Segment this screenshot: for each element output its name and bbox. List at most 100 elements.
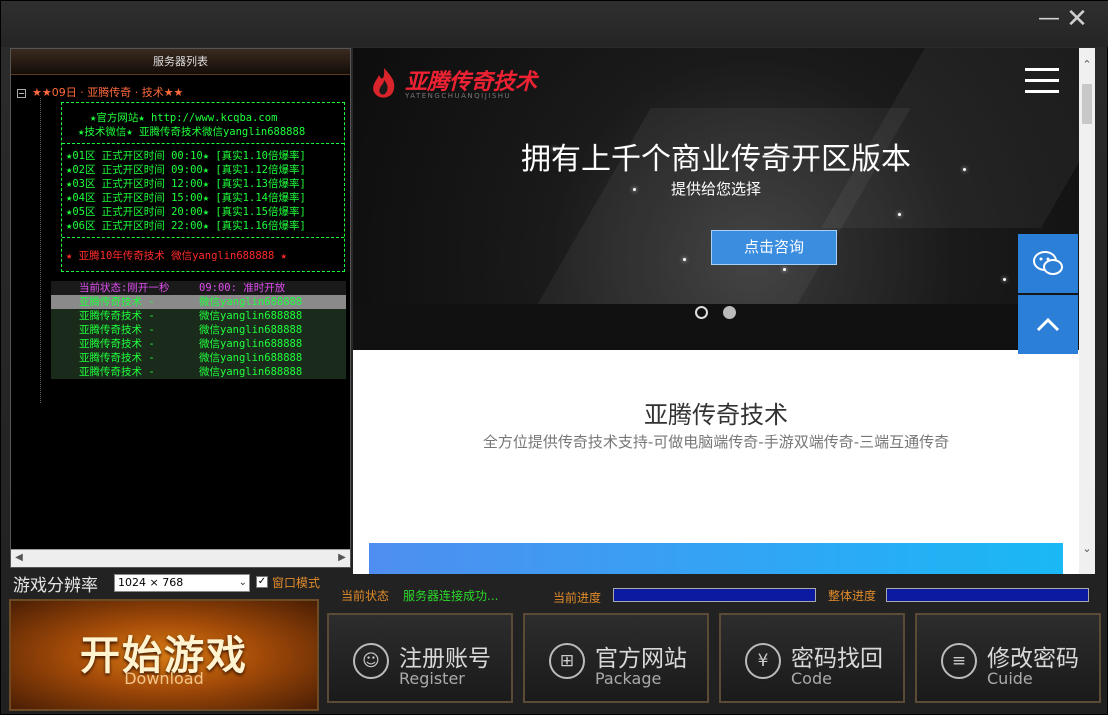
status-header-col2: 09:00: 准时开放 [199,282,286,294]
hero-subtitle: 提供给您选择 [670,180,761,198]
server-name: 亚腾传奇技术 - [79,366,155,378]
wechat-icon [1033,251,1063,275]
server-name: 亚腾传奇技术 - [79,338,155,350]
tree-root-node[interactable]: − ★★09日 · 亚腾传奇 · 技术★★ [17,84,183,100]
vertical-scrollbar[interactable]: ⌃ ⌄ [1079,48,1095,574]
close-icon[interactable]: ✕ [1065,6,1089,32]
register-button[interactable]: ☺ 注册账号 Register [327,613,513,703]
server-name: 亚腾传奇技术 - [79,296,155,308]
flame-icon [373,68,395,98]
server-contact: 微信yanglin688888 [199,366,303,378]
horizontal-scrollbar[interactable]: ◀ ▶ [11,549,350,567]
zone-row: ★01区 正式开区时间 00:10★ [真实1.10倍爆率] [66,150,306,162]
change-password-label: 修改密码 [987,646,1079,672]
hero-sparkle [783,268,786,271]
consult-button[interactable]: 点击咨询 [711,230,837,265]
zone-row: ★02区 正式开区时间 09:00★ [真实1.12倍爆率] [66,164,306,176]
server-list-header: 服务器列表 [11,49,350,75]
scroll-up-icon[interactable]: ⌃ [1081,58,1093,72]
minimize-icon[interactable]: — [1037,7,1061,31]
chevron-up-icon [1036,317,1060,332]
server-row[interactable]: 亚腾传奇技术 - 微信yanglin688888 [51,309,346,323]
title-bar: — ✕ [1,1,1108,47]
server-row[interactable]: 亚腾传奇技术 - 微信yanglin688888 [51,337,346,351]
info-site: ★官方网站★ http://www.kcqba.com [90,112,278,124]
yen-icon: ¥ [745,643,781,679]
menu-icon[interactable] [1025,68,1059,94]
server-contact: 微信yanglin688888 [199,338,303,350]
status-header-col1: 当前状态:刚开一秒 [79,282,170,294]
info-divider [62,237,344,238]
content-band [369,543,1063,574]
recover-password-sublabel: Code [791,669,832,688]
website-button[interactable]: ⊞ 官方网站 Package [523,613,709,703]
total-progress-bar [886,588,1089,602]
zone-row: ★06区 正式开区时间 22:00★ [真实1.16倍爆率] [66,220,306,232]
current-status-label: 当前状态 [341,589,390,603]
server-contact: 微信yanglin688888 [199,324,303,336]
change-password-button[interactable]: ≡ 修改密码 Cuide [915,613,1101,703]
zone-row: ★04区 正式开区时间 15:00★ [真实1.14倍爆率] [66,192,306,204]
back-to-top-button[interactable] [1018,295,1078,354]
logo-subtext: YATENGCHUANQIJISHU [405,92,512,100]
resolution-label: 游戏分辨率 [13,576,98,596]
current-status-value: 服务器连接成功... [403,589,499,603]
recover-password-button[interactable]: ¥ 密码找回 Code [719,613,905,703]
server-row[interactable]: 亚腾传奇技术 - 微信yanglin688888 [51,351,346,365]
server-row[interactable]: 亚腾传奇技术 - 微信yanglin688888 [51,295,346,309]
server-list-panel: 服务器列表 − ★★09日 · 亚腾传奇 · 技术★★ ★官方网站★ http:/… [10,48,351,568]
scroll-down-icon[interactable]: ⌄ [1081,542,1093,556]
start-game-button[interactable]: 开始游戏 Download [9,599,319,711]
server-row[interactable]: 亚腾传奇技术 - 微信yanglin688888 [51,323,346,337]
hero-sparkle [898,213,901,216]
server-row[interactable]: 亚腾传奇技术 - 微信yanglin688888 [51,365,346,379]
section-subtitle: 全方位提供传奇技术支持-可做电脑端传奇-手游双端传奇-三端互通传奇 [482,433,950,451]
scroll-thumb[interactable] [1082,84,1092,124]
current-progress-label: 当前进度 [553,591,602,605]
server-name: 亚腾传奇技术 - [79,310,155,322]
hero-sparkle [683,258,686,261]
status-header-row: 当前状态:刚开一秒 09:00: 准时开放 [51,281,346,295]
recover-password-label: 密码找回 [791,646,883,672]
website-label: 官方网站 [595,646,687,672]
server-contact: 微信yanglin688888 [199,352,303,364]
info-divider [62,143,344,144]
scroll-right-icon[interactable]: ▶ [335,551,349,565]
hero-banner: 亚腾传奇技术 YATENGCHUANQIJISHU 拥有上千个商业传奇开区版本 … [353,48,1079,350]
server-name: 亚腾传奇技术 - [79,352,155,364]
server-contact: 微信yanglin688888 [199,310,303,322]
wechat-float-button[interactable] [1018,234,1078,293]
web-view: 亚腾传奇技术 YATENGCHUANQIJISHU 拥有上千个商业传奇开区版本 … [353,48,1095,574]
server-tree[interactable]: − ★★09日 · 亚腾传奇 · 技术★★ ★官方网站★ http://www.k… [11,76,350,548]
info-wechat: ★技术微信★ 亚腾传奇技术微信yanglin688888 [78,126,306,138]
hero-title: 拥有上千个商业传奇开区版本 [521,142,911,177]
total-progress-fill [887,589,1088,601]
slide-dot-1[interactable] [695,306,708,319]
server-info-box: ★官方网站★ http://www.kcqba.com ★技术微信★ 亚腾传奇技… [61,102,345,272]
register-label: 注册账号 [399,646,491,672]
status-strip: 当前状态 服务器连接成功... 当前进度 整体进度 [331,581,1101,605]
resolution-value: 1024 × 768 [118,576,184,589]
collapse-icon[interactable]: − [17,88,26,98]
server-contact: 微信yanglin688888 [199,296,303,308]
register-sublabel: Register [399,669,465,688]
window-mode-label: 窗口模式 [272,576,321,590]
slide-dot-2[interactable] [723,306,736,319]
window-mode-checkbox[interactable]: ✓ [256,576,268,588]
total-progress-label: 整体进度 [828,589,877,603]
website-sublabel: Package [595,669,662,688]
document-icon: ≡ [941,643,977,679]
change-password-sublabel: Cuide [987,669,1033,688]
resolution-select[interactable]: 1024 × 768 ⌄ [114,574,250,592]
scroll-left-icon[interactable]: ◀ [12,551,26,565]
hero-sparkle [1003,278,1006,281]
gift-icon: ⊞ [549,643,585,679]
chevron-down-icon: ⌄ [238,577,247,588]
tree-root-label: ★★09日 · 亚腾传奇 · 技术★★ [32,86,184,99]
info-footer: ★ 亚腾10年传奇技术 微信yanglin688888 ★ [66,250,287,262]
tree-connector [40,98,41,403]
zone-row: ★03区 正式开区时间 12:00★ [真实1.13倍爆率] [66,178,306,190]
server-list-title: 服务器列表 [153,55,208,68]
current-progress-bar [613,588,816,602]
section-title: 亚腾传奇技术 [644,401,788,429]
